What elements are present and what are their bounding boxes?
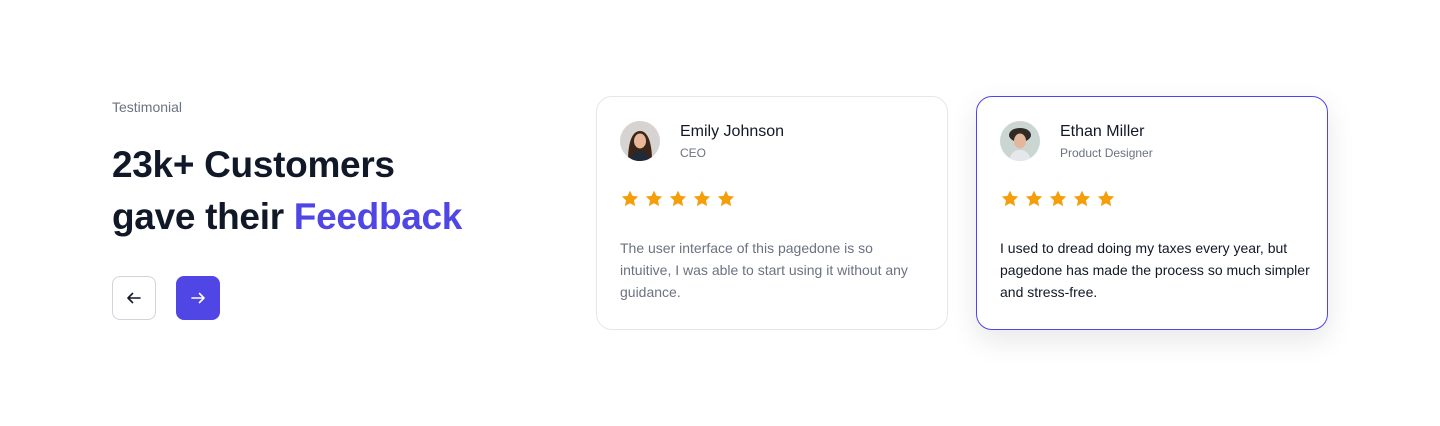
next-button[interactable] [176,276,220,320]
section-eyebrow: Testimonial [112,99,183,115]
headline-accent: Feedback [293,196,463,237]
headline-line-1: 23k+ Customers [112,144,395,185]
reviewer-role: Product Designer [1060,146,1153,160]
carousel-nav [112,276,532,320]
section-headline: 23k+ Customers gave their Feedback [112,139,532,243]
testimonial-section: Testimonial 23k+ Customers gave their Fe… [0,0,1440,426]
testimonial-quote: I used to dread doing my taxes every yea… [1000,240,1310,300]
reviewer: Ethan Miller Product Designer [1000,121,1303,161]
star-icon [645,190,663,207]
reviewer-info: Emily Johnson CEO [680,121,784,161]
testimonial-intro: Testimonial 23k+ Customers gave their Fe… [112,99,532,320]
star-rating [620,189,923,209]
arrow-left-icon [127,292,141,304]
avatar [620,121,660,161]
star-icon [621,190,639,207]
reviewer-info: Ethan Miller Product Designer [1060,121,1153,161]
prev-button[interactable] [112,276,156,320]
headline-line-2-prefix: gave their [112,196,284,237]
testimonial-quote: The user interface of this pagedone is s… [620,240,908,300]
star-icon [1073,190,1091,207]
reviewer: Emily Johnson CEO [620,121,923,161]
reviewer-name: Ethan Miller [1060,123,1145,140]
star-icon [669,190,687,207]
star-icon [693,190,711,207]
star-icon [1001,190,1019,207]
star-icon [1025,190,1043,207]
avatar [1000,121,1040,161]
star-rating [1000,189,1303,209]
star-icon [1049,190,1067,207]
reviewer-role: CEO [680,146,707,160]
star-icon [1097,190,1115,207]
testimonial-card-active[interactable]: Ethan Miller Product Designer I used to … [976,96,1328,330]
arrow-right-icon [191,292,205,304]
reviewer-name: Emily Johnson [680,123,785,140]
star-icon [717,190,735,207]
testimonial-card[interactable]: Emily Johnson CEO The user interface of … [596,96,948,330]
